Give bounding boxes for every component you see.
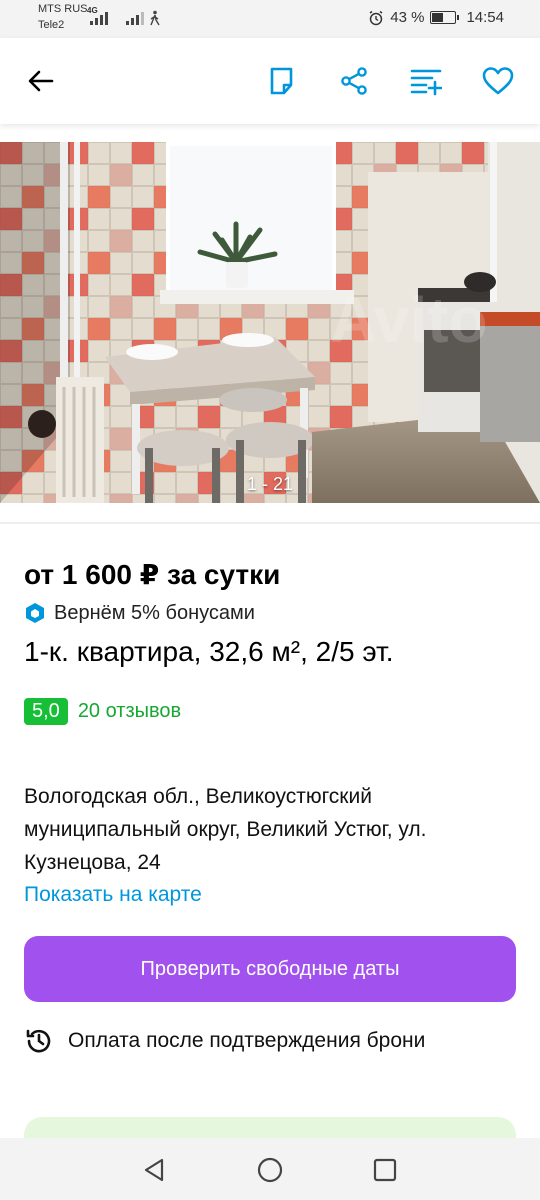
- reviews-link[interactable]: 20 отзывов: [78, 700, 181, 723]
- note-button[interactable]: [260, 59, 304, 103]
- system-recents-button[interactable]: [370, 1155, 400, 1185]
- listing-price: от 1 600 ₽ за сутки: [24, 559, 281, 590]
- check-dates-button[interactable]: Проверить свободные даты: [24, 936, 516, 1002]
- signal-1-icon: [90, 12, 108, 25]
- svg-text:Avito: Avito: [330, 284, 488, 356]
- system-home-button[interactable]: [255, 1155, 285, 1185]
- section-divider: [0, 522, 540, 524]
- system-back-button[interactable]: [140, 1155, 170, 1185]
- listing-title: 1-к. квартира, 32,6 м², 2/5 эт.: [24, 636, 394, 667]
- battery-icon: [430, 11, 460, 24]
- circle-home-icon: [257, 1157, 283, 1183]
- bonus-row: Вернём 5% бонусами: [24, 600, 255, 626]
- history-clock-icon: [26, 1029, 51, 1053]
- carrier-2-label: Tele2: [38, 19, 65, 31]
- compare-button[interactable]: [404, 59, 448, 103]
- walking-icon: [150, 10, 160, 26]
- heart-icon: [482, 67, 514, 95]
- carrier-1-label: MTS RUS: [38, 3, 88, 15]
- signal-2-icon: [126, 12, 144, 25]
- square-recents-icon: [373, 1158, 397, 1182]
- rating-row[interactable]: 5,0 20 отзывов: [24, 698, 181, 725]
- battery-percent: 43 %: [390, 9, 425, 26]
- compare-icon: [410, 69, 442, 96]
- photo-counter: 1 - 21: [246, 474, 294, 494]
- clock: 14:54: [466, 9, 504, 26]
- bonus-text: Вернём 5% бонусами: [54, 601, 255, 624]
- alarm-icon: [369, 10, 383, 25]
- payment-info: Оплата после подтверждения брони: [24, 1026, 425, 1056]
- favorite-button[interactable]: [476, 59, 520, 103]
- system-nav-bar: [0, 1138, 540, 1200]
- status-bar: MTS RUS Tele2 4G 43 % 14:54: [0, 0, 540, 38]
- payment-note: Оплата после подтверждения брони: [68, 1029, 426, 1052]
- bonus-hexagon-icon: [26, 603, 44, 623]
- show-on-map-link[interactable]: Показать на карте: [24, 883, 202, 907]
- rating-badge: 5,0: [24, 698, 68, 725]
- kitchen-photo: Avito: [0, 142, 540, 503]
- listing-address: Вологодская обл., Великоустюгский муници…: [24, 785, 427, 874]
- top-nav: [0, 38, 540, 124]
- share-button[interactable]: [332, 59, 376, 103]
- note-icon: [270, 67, 293, 95]
- back-button[interactable]: [19, 59, 63, 103]
- triangle-back-icon: [144, 1158, 164, 1182]
- share-icon: [341, 67, 367, 95]
- status-right: 43 % 14:54: [368, 9, 504, 26]
- listing-photo[interactable]: Avito 1 - 21: [0, 142, 540, 503]
- back-arrow-icon: [28, 70, 54, 92]
